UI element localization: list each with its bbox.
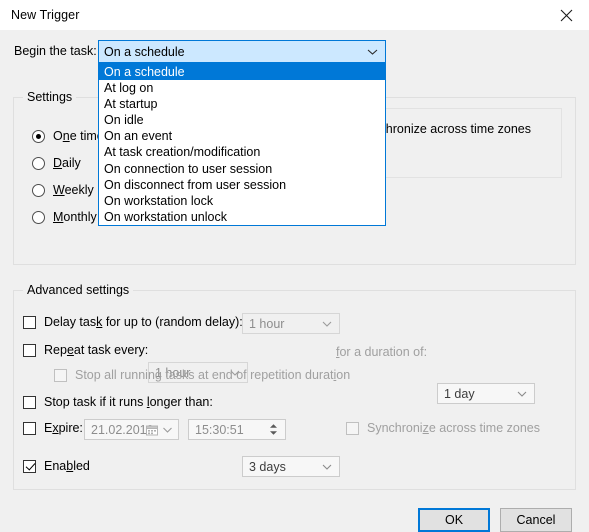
dropdown-option-7[interactable]: On disconnect from user session — [99, 177, 385, 193]
expire-label: Expire: — [44, 421, 83, 435]
cancel-button[interactable]: Cancel — [500, 508, 572, 532]
cancel-button-label: Cancel — [516, 513, 556, 527]
ok-button-label: OK — [444, 513, 464, 527]
duration-value: 1 day — [444, 386, 475, 401]
begin-task-dropdown-list[interactable]: On a schedule At log on At startup On idle O… — [98, 63, 386, 226]
advanced-group-title: Advanced settings — [23, 283, 134, 297]
repeat-task-label: Repeat task every: — [44, 343, 149, 357]
radio-monthly-label: Monthly — [53, 210, 97, 224]
radio-daily-label: Daily — [53, 156, 81, 170]
expire-row: Expire: — [23, 421, 83, 435]
sync-across-time-zones-expire-label: Synchronize across time zones — [367, 421, 541, 435]
radio-weekly-label: Weekly — [53, 183, 94, 197]
delay-task-row: Delay task for up to (random delay): — [23, 315, 243, 329]
expire-time-field[interactable]: 15:30:51 — [188, 419, 286, 440]
dropdown-option-label: At log on — [104, 81, 154, 96]
dropdown-option-label: On a schedule — [104, 65, 185, 79]
radio-monthly[interactable]: Monthly — [32, 210, 97, 224]
spinner-down-icon[interactable] — [269, 431, 278, 436]
expire-checkbox[interactable] — [23, 421, 36, 435]
spinner-up-icon[interactable] — [269, 424, 278, 429]
sync-across-time-zones-expire: Synchronize across time zones — [346, 421, 540, 435]
close-icon — [560, 9, 572, 21]
begin-task-row: Begin the task: On a schedule — [0, 40, 589, 64]
dropdown-option-1[interactable]: At log on — [99, 80, 385, 96]
expire-time-value: 15:30:51 — [195, 422, 244, 437]
dropdown-option-label: On disconnect from user session — [104, 177, 287, 192]
dropdown-option-5[interactable]: At task creation/modification — [99, 144, 385, 160]
stop-all-running-tasks-label: Stop all running tasks at end of repetit… — [75, 368, 351, 382]
repeat-task-row: Repeat task every: — [23, 343, 148, 357]
dropdown-option-label: On an event — [104, 129, 173, 144]
ok-button[interactable]: OK — [418, 508, 490, 532]
dropdown-option-8[interactable]: On workstation lock — [99, 193, 385, 209]
delay-task-value: 1 hour — [249, 316, 285, 331]
duration-label: for a duration of: — [336, 345, 428, 359]
expire-date-value: 21.02.2019 — [91, 422, 154, 437]
radio-weekly-indicator — [32, 183, 45, 197]
dropdown-option-3[interactable]: On idle — [99, 112, 385, 128]
radio-daily-indicator — [32, 156, 45, 170]
dropdown-option-9[interactable]: On workstation unlock — [99, 209, 385, 225]
spinner-updown-icon[interactable] — [265, 421, 282, 438]
duration-combobox[interactable]: 1 day — [437, 383, 535, 404]
close-button[interactable] — [543, 0, 589, 30]
stop-all-running-tasks-checkbox[interactable] — [54, 368, 67, 382]
chevron-down-icon — [367, 49, 378, 55]
radio-one-time[interactable]: One time — [32, 129, 104, 143]
enabled-checkbox[interactable] — [23, 459, 36, 473]
chevron-down-icon — [322, 464, 332, 470]
settings-group-title: Settings — [23, 90, 77, 104]
dropdown-option-label: On workstation unlock — [104, 209, 227, 224]
chevron-down-icon — [517, 391, 527, 397]
repeat-task-checkbox[interactable] — [23, 343, 36, 357]
enabled-row: Enabled — [23, 459, 90, 473]
radio-monthly-indicator — [32, 210, 45, 224]
radio-weekly[interactable]: Weekly — [32, 183, 94, 197]
stop-task-longer-value: 3 days — [249, 459, 286, 474]
expire-date-field[interactable]: 21.02.2019 — [84, 419, 179, 440]
begin-task-selected-value: On a schedule — [104, 44, 185, 59]
title-bar: New Trigger — [0, 0, 589, 30]
chevron-down-icon — [322, 321, 332, 327]
radio-daily[interactable]: Daily — [32, 156, 81, 170]
dropdown-option-label: On connection to user session — [104, 161, 273, 176]
dropdown-option-label: On idle — [104, 113, 144, 128]
enabled-label: Enabled — [44, 459, 90, 473]
delay-task-checkbox[interactable] — [23, 315, 36, 329]
window-title: New Trigger — [11, 8, 80, 22]
dialog-body: Begin the task: On a schedule Settings O… — [0, 30, 589, 532]
dropdown-option-6[interactable]: On connection to user session — [99, 161, 385, 177]
sync-across-time-zones-expire-checkbox[interactable] — [346, 421, 359, 435]
stop-task-longer-label: Stop task if it runs longer than: — [44, 395, 213, 409]
dropdown-option-label: At task creation/modification — [104, 145, 261, 160]
calendar-icon — [146, 425, 158, 435]
stop-task-longer-row: Stop task if it runs longer than: — [23, 395, 213, 409]
begin-task-label: Begin the task: — [14, 44, 97, 58]
delay-task-label: Delay task for up to (random delay): — [44, 315, 243, 329]
stop-all-running-tasks-row: Stop all running tasks at end of repetit… — [54, 368, 350, 382]
dropdown-option-label: At startup — [104, 97, 158, 112]
dropdown-option-2[interactable]: At startup — [99, 96, 385, 112]
stop-task-longer-checkbox[interactable] — [23, 395, 36, 409]
radio-one-time-indicator — [32, 129, 45, 143]
begin-task-combobox[interactable]: On a schedule — [98, 40, 386, 63]
chevron-down-icon — [163, 427, 172, 433]
radio-one-time-label: One time — [53, 129, 104, 143]
dropdown-option-0[interactable]: On a schedule — [99, 64, 385, 81]
delay-task-combobox[interactable]: 1 hour — [242, 313, 340, 334]
dropdown-option-label: On workstation lock — [104, 193, 214, 208]
stop-task-longer-combobox[interactable]: 3 days — [242, 456, 340, 477]
dropdown-option-4[interactable]: On an event — [99, 128, 385, 144]
